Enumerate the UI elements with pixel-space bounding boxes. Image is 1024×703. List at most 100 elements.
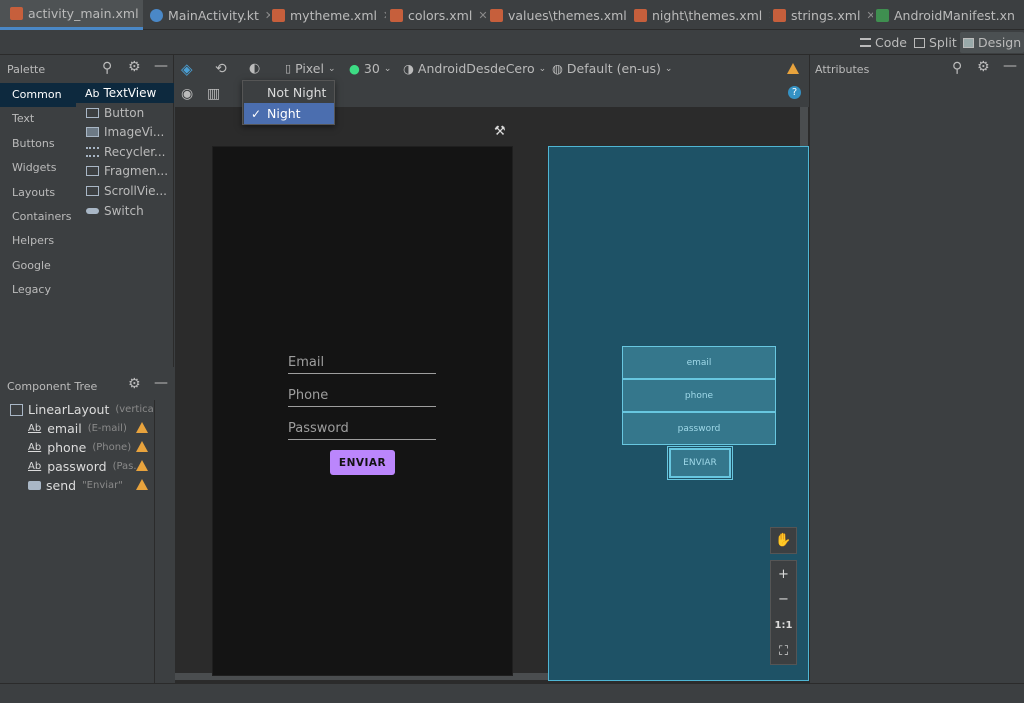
zoom-out-icon[interactable]: − — [770, 586, 797, 613]
close-icon[interactable]: ✕ — [866, 9, 873, 22]
gear-icon[interactable]: ⚙ — [128, 376, 141, 392]
view-mode-bar: Code Split Design — [0, 30, 1024, 55]
palette-item-scrollview[interactable]: ScrollVie... — [76, 181, 174, 201]
zoom-in-icon[interactable]: + — [770, 560, 797, 587]
tree-scroll-gutter — [154, 400, 174, 683]
manifest-file-icon — [876, 8, 889, 22]
category-text[interactable]: Text — [0, 107, 76, 131]
minimize-icon[interactable]: — — [154, 58, 168, 74]
category-common[interactable]: Common — [0, 83, 76, 107]
fit-screen-icon[interactable]: ⛶ — [770, 638, 797, 665]
palette-item-imageview[interactable]: ImageVi... — [76, 122, 174, 142]
menu-item-night[interactable]: ✓ Night — [244, 103, 334, 124]
blueprint-email[interactable]: email — [622, 346, 776, 379]
tree-item-password[interactable]: Ab password (Pas... — [28, 457, 143, 476]
palette-item-textview[interactable]: Ab TextView — [76, 83, 174, 103]
status-bar — [0, 683, 1024, 703]
blueprint-phone[interactable]: phone — [622, 379, 776, 412]
actual-size-button[interactable]: 1:1 — [770, 612, 797, 639]
pan-hand-icon[interactable]: ✋ — [770, 527, 797, 554]
close-icon[interactable]: ✕ — [383, 9, 386, 22]
warning-icon[interactable] — [136, 422, 148, 433]
device-selector[interactable]: ▯ Pixel ⌄ — [285, 60, 336, 77]
email-field[interactable]: Email — [288, 352, 436, 374]
tab-mytheme[interactable]: mytheme.xml✕ — [272, 0, 386, 30]
gear-icon[interactable]: ⚙ — [128, 59, 141, 75]
tree-item-email[interactable]: Ab email (E-mail) — [28, 419, 127, 438]
help-icon[interactable]: ? — [788, 86, 801, 99]
design-preview-screen[interactable] — [212, 146, 513, 676]
locale-selector[interactable]: ◍ Default (en-us) ⌄ — [552, 60, 672, 77]
tab-main-activity[interactable]: MainActivity.kt ✕ — [146, 0, 270, 30]
android-icon: ● — [349, 61, 360, 76]
tab-android-manifest[interactable]: AndroidManifest.xn — [876, 0, 1024, 30]
xml-file-icon — [272, 8, 285, 22]
api-selector[interactable]: ● 30 ⌄ — [349, 60, 391, 77]
tree-item-linearlayout[interactable]: LinearLayout (vertical) — [10, 400, 160, 419]
warning-icon[interactable] — [136, 441, 148, 452]
blueprint-icon[interactable]: ▥ — [207, 85, 220, 102]
layout-icon — [10, 403, 23, 416]
split-view-button[interactable]: Split — [911, 32, 960, 53]
close-icon[interactable]: ✕ — [265, 9, 270, 22]
palette-item-switch[interactable]: Switch — [76, 201, 174, 221]
password-field[interactable]: Password — [288, 418, 436, 440]
phone-field[interactable]: Phone — [288, 385, 436, 407]
chevron-down-icon: ⌄ — [538, 63, 547, 74]
palette-item-fragment[interactable]: Fragmen... — [76, 161, 174, 181]
night-mode-menu: Not Night ✓ Night — [242, 80, 335, 125]
minimize-icon[interactable]: — — [154, 375, 168, 391]
enviar-button[interactable]: ENVIAR — [330, 450, 395, 475]
check-icon: ✓ — [251, 106, 262, 121]
search-icon[interactable]: ⚲ — [102, 60, 112, 76]
xml-layout-icon — [10, 7, 23, 20]
tree-item-send[interactable]: send "Enviar" — [28, 476, 123, 495]
minimize-icon[interactable]: — — [1003, 58, 1017, 74]
category-legacy[interactable]: Legacy — [0, 278, 76, 302]
attributes-panel: Attributes ⚲ ⚙ — — [809, 55, 1024, 683]
category-google[interactable]: Google — [0, 254, 76, 278]
kotlin-file-icon — [150, 8, 163, 22]
xml-file-icon — [634, 8, 647, 22]
text-field-icon: Ab — [28, 423, 42, 434]
warning-icon[interactable] — [136, 460, 148, 471]
tab-night-themes[interactable]: night\themes.xml✕ — [634, 0, 770, 30]
image-icon — [86, 127, 99, 137]
switch-icon — [86, 208, 99, 214]
design-view-button[interactable]: Design — [960, 32, 1024, 53]
tab-strings[interactable]: strings.xml ✕ — [773, 0, 873, 30]
list-icon — [86, 147, 99, 157]
chevron-down-icon: ⌄ — [664, 63, 673, 74]
menu-item-not-night[interactable]: Not Night — [244, 82, 334, 103]
code-lines-icon — [860, 38, 871, 47]
scroll-icon — [86, 186, 99, 196]
palette-item-button[interactable]: Button — [76, 103, 174, 123]
close-icon[interactable]: ✕ — [768, 9, 770, 22]
search-icon[interactable]: ⚲ — [952, 60, 962, 76]
tab-values-themes[interactable]: values\themes.xml✕ — [490, 0, 630, 30]
category-widgets[interactable]: Widgets — [0, 156, 76, 180]
theme-selector[interactable]: ◑ AndroidDesdeCero ⌄ — [403, 60, 546, 77]
chevron-down-icon: ⌄ — [327, 63, 336, 74]
orientation-icon[interactable]: ⟲ — [215, 60, 227, 77]
button-icon — [86, 108, 99, 118]
tab-colors[interactable]: colors.xml ✕ — [390, 0, 490, 30]
category-helpers[interactable]: Helpers — [0, 229, 76, 253]
eye-icon[interactable]: ◉ — [181, 85, 193, 102]
palette-item-recyclerview[interactable]: Recycler... — [76, 142, 174, 162]
warning-icon[interactable] — [787, 63, 799, 74]
category-containers[interactable]: Containers — [0, 205, 76, 229]
layers-icon[interactable]: ◈ — [181, 60, 193, 78]
tab-activity-main[interactable]: activity_main.xml✕ — [0, 0, 143, 30]
night-mode-icon[interactable]: ◐ — [249, 60, 260, 77]
blueprint-enviar-button[interactable]: ENVIAR — [669, 448, 731, 478]
blueprint-password[interactable]: password — [622, 412, 776, 445]
close-icon[interactable]: ✕ — [478, 9, 487, 22]
wrench-icon[interactable]: ⚒ — [494, 124, 506, 139]
tree-item-phone[interactable]: Ab phone (Phone) — [28, 438, 131, 457]
category-buttons[interactable]: Buttons — [0, 132, 76, 156]
code-view-button[interactable]: Code — [857, 32, 910, 53]
warning-icon[interactable] — [136, 479, 148, 490]
gear-icon[interactable]: ⚙ — [977, 59, 990, 75]
category-layouts[interactable]: Layouts — [0, 181, 76, 205]
